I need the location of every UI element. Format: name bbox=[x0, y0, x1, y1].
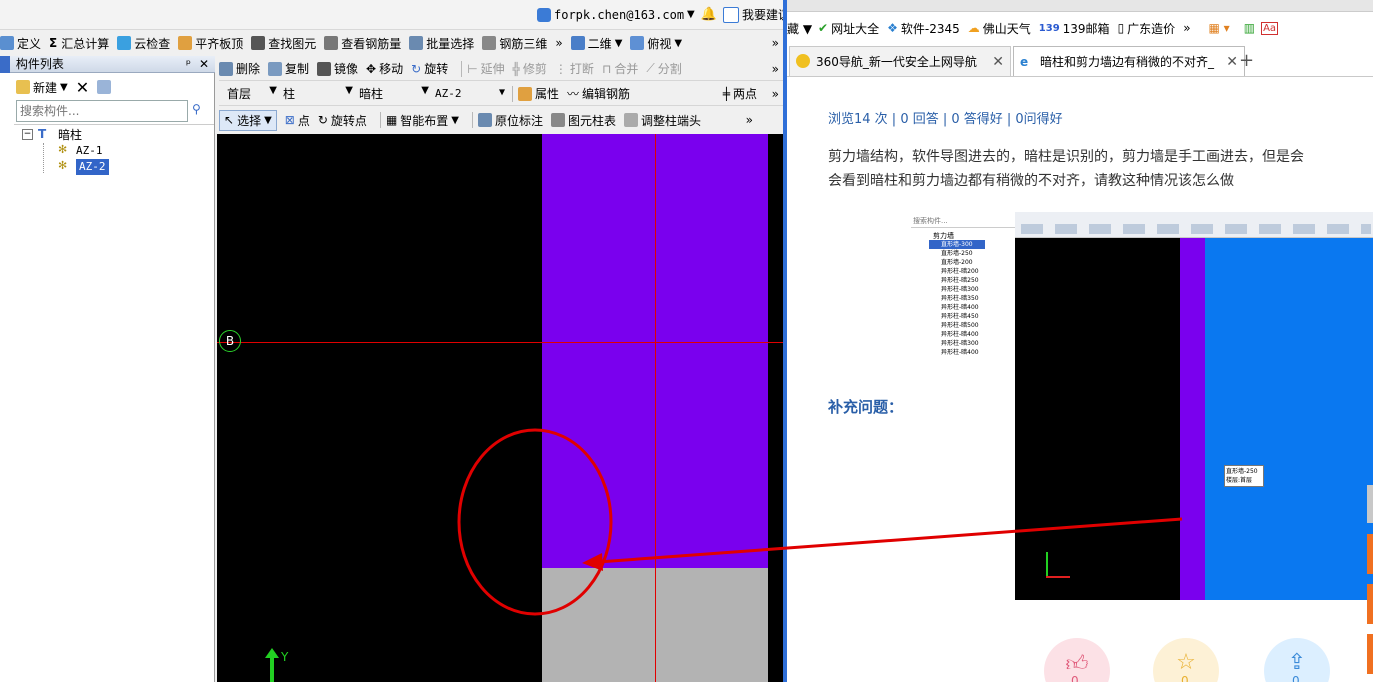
annotation-overlay bbox=[457, 428, 1183, 616]
annotation-red-circle bbox=[457, 428, 613, 616]
annotation-red-arrowhead bbox=[582, 553, 603, 571]
annotation-red-arrow-line bbox=[597, 517, 1183, 564]
